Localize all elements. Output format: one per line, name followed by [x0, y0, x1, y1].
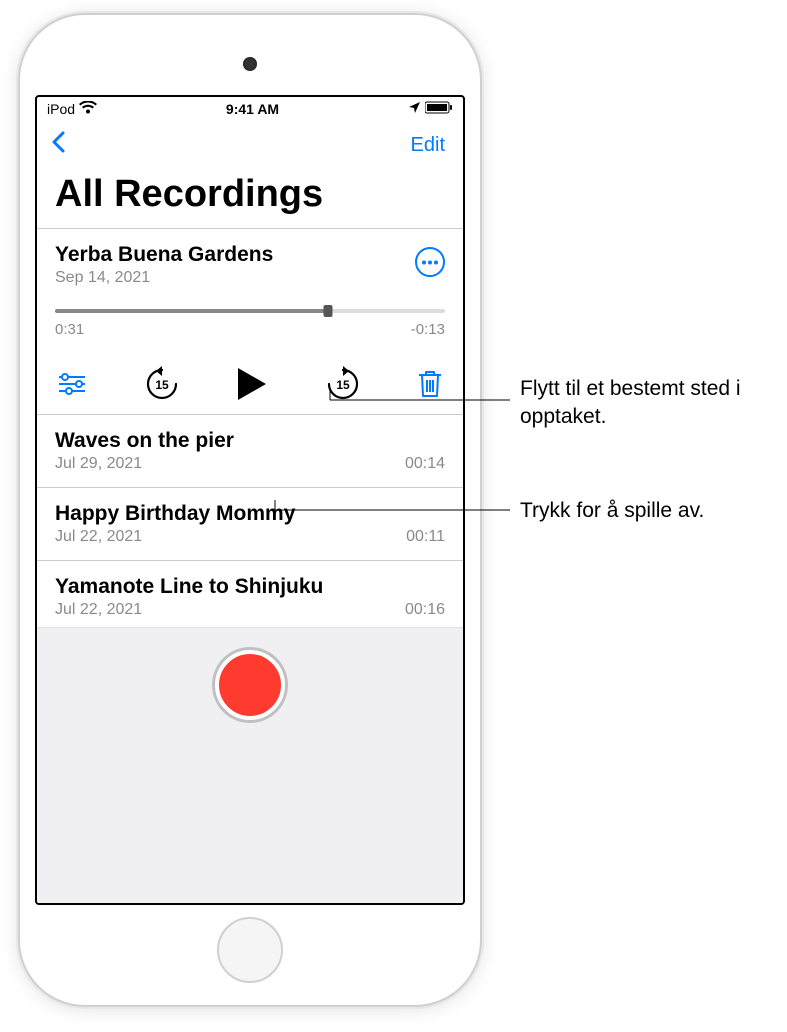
- front-camera: [243, 57, 257, 71]
- elapsed-time: 0:31: [55, 321, 84, 338]
- status-bar: iPod 9:41 AM: [37, 97, 463, 119]
- scrubber-handle[interactable]: [324, 305, 333, 317]
- list-item[interactable]: Yamanote Line to Shinjuku Jul 22, 2021 0…: [37, 561, 463, 627]
- record-button[interactable]: [215, 650, 285, 720]
- clock-label: 9:41 AM: [226, 101, 279, 117]
- edit-button[interactable]: Edit: [411, 134, 445, 157]
- callout-line: [330, 390, 510, 410]
- recording-title: Yamanote Line to Shinjuku: [55, 575, 445, 599]
- nav-bar: Edit: [37, 119, 463, 169]
- recording-date: Sep 14, 2021: [55, 269, 273, 287]
- recording-date: Jul 22, 2021: [55, 601, 142, 619]
- recording-duration: 00:14: [405, 455, 445, 473]
- back-button[interactable]: [51, 129, 66, 161]
- location-icon: [408, 101, 421, 117]
- home-button[interactable]: [217, 917, 283, 983]
- remaining-time: -0:13: [411, 321, 445, 338]
- list-item[interactable]: Happy Birthday Mommy Jul 22, 2021 00:11: [37, 488, 463, 561]
- callout-line: [275, 500, 510, 520]
- play-button[interactable]: [236, 366, 268, 402]
- carrier-label: iPod: [47, 101, 75, 117]
- record-bar: [37, 627, 463, 903]
- callout-play: Trykk for å spille av.: [520, 497, 704, 525]
- page-title: All Recordings: [37, 169, 463, 229]
- recording-date: Jul 29, 2021: [55, 455, 142, 473]
- recording-date: Jul 22, 2021: [55, 528, 142, 546]
- skip-back-icon[interactable]: 15: [144, 366, 180, 402]
- recording-title: Waves on the pier: [55, 429, 445, 453]
- options-icon[interactable]: [57, 373, 87, 395]
- svg-text:15: 15: [155, 378, 169, 392]
- recording-duration: 00:11: [406, 528, 445, 546]
- more-button[interactable]: [415, 247, 445, 277]
- battery-icon: [425, 101, 453, 117]
- expanded-recording: Yerba Buena Gardens Sep 14, 2021 0:31 -0…: [37, 229, 463, 415]
- wifi-icon: [79, 101, 97, 117]
- recording-duration: 00:16: [405, 601, 445, 619]
- recording-title: Yerba Buena Gardens: [55, 243, 273, 267]
- scrubber[interactable]: 0:31 -0:13: [55, 309, 445, 338]
- callout-scrubber: Flytt til et bestemt sted i opptaket.: [520, 375, 787, 432]
- list-item[interactable]: Waves on the pier Jul 29, 2021 00:14: [37, 415, 463, 488]
